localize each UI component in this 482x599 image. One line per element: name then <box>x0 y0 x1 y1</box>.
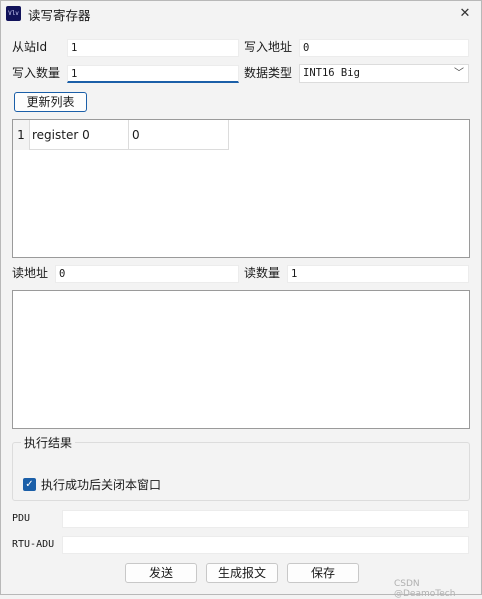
app-icon: Vlv <box>6 6 21 21</box>
refresh-list-button[interactable]: 更新列表 <box>14 92 87 112</box>
read-result-table[interactable] <box>12 290 470 429</box>
save-button[interactable]: 保存 <box>287 563 359 583</box>
title-bar: Vlv 读写寄存器 ✕ <box>1 1 481 27</box>
write-count-input[interactable]: 1 <box>67 65 239 83</box>
dialog-window: Vlv 读写寄存器 ✕ 从站Id 1 写入地址 0 写入数量 1 数据类型 IN… <box>0 0 482 599</box>
close-icon[interactable]: ✕ <box>453 4 477 24</box>
data-type-value: INT16 Big <box>303 67 360 79</box>
send-button[interactable]: 发送 <box>125 563 197 583</box>
rtu-adu-label: RTU-ADU <box>12 539 55 550</box>
data-type-select[interactable]: INT16 Big ﹀ <box>299 64 469 83</box>
read-count-label: 读数量 <box>244 266 281 280</box>
register-name-cell[interactable]: register 0 <box>29 120 129 150</box>
slave-id-input[interactable]: 1 <box>67 39 239 57</box>
close-on-success-checkbox[interactable]: ✓ <box>23 478 36 491</box>
register-value-cell[interactable]: 0 <box>129 120 229 150</box>
write-count-label: 写入数量 <box>12 66 61 80</box>
chevron-down-icon: ﹀ <box>454 68 464 79</box>
rtu-adu-field[interactable] <box>62 536 469 554</box>
watermark: CSDN @DeamoTech <box>394 579 456 599</box>
write-address-label: 写入地址 <box>244 40 293 54</box>
write-address-input[interactable]: 0 <box>299 39 469 57</box>
pdu-field[interactable] <box>62 510 469 528</box>
row-number: 1 <box>13 120 30 150</box>
read-address-label: 读地址 <box>12 266 49 280</box>
generate-message-button[interactable]: 生成报文 <box>206 563 278 583</box>
pdu-label: PDU <box>12 513 31 524</box>
slave-id-label: 从站Id <box>12 40 48 54</box>
write-register-table[interactable]: 1 register 0 0 <box>12 119 470 258</box>
window-title: 读写寄存器 <box>28 8 91 23</box>
result-group-title: 执行结果 <box>21 434 76 451</box>
data-type-label: 数据类型 <box>244 66 293 80</box>
read-count-input[interactable]: 1 <box>287 265 469 283</box>
read-address-input[interactable]: 0 <box>55 265 239 283</box>
close-on-success-label[interactable]: 执行成功后关闭本窗口 <box>41 476 161 494</box>
